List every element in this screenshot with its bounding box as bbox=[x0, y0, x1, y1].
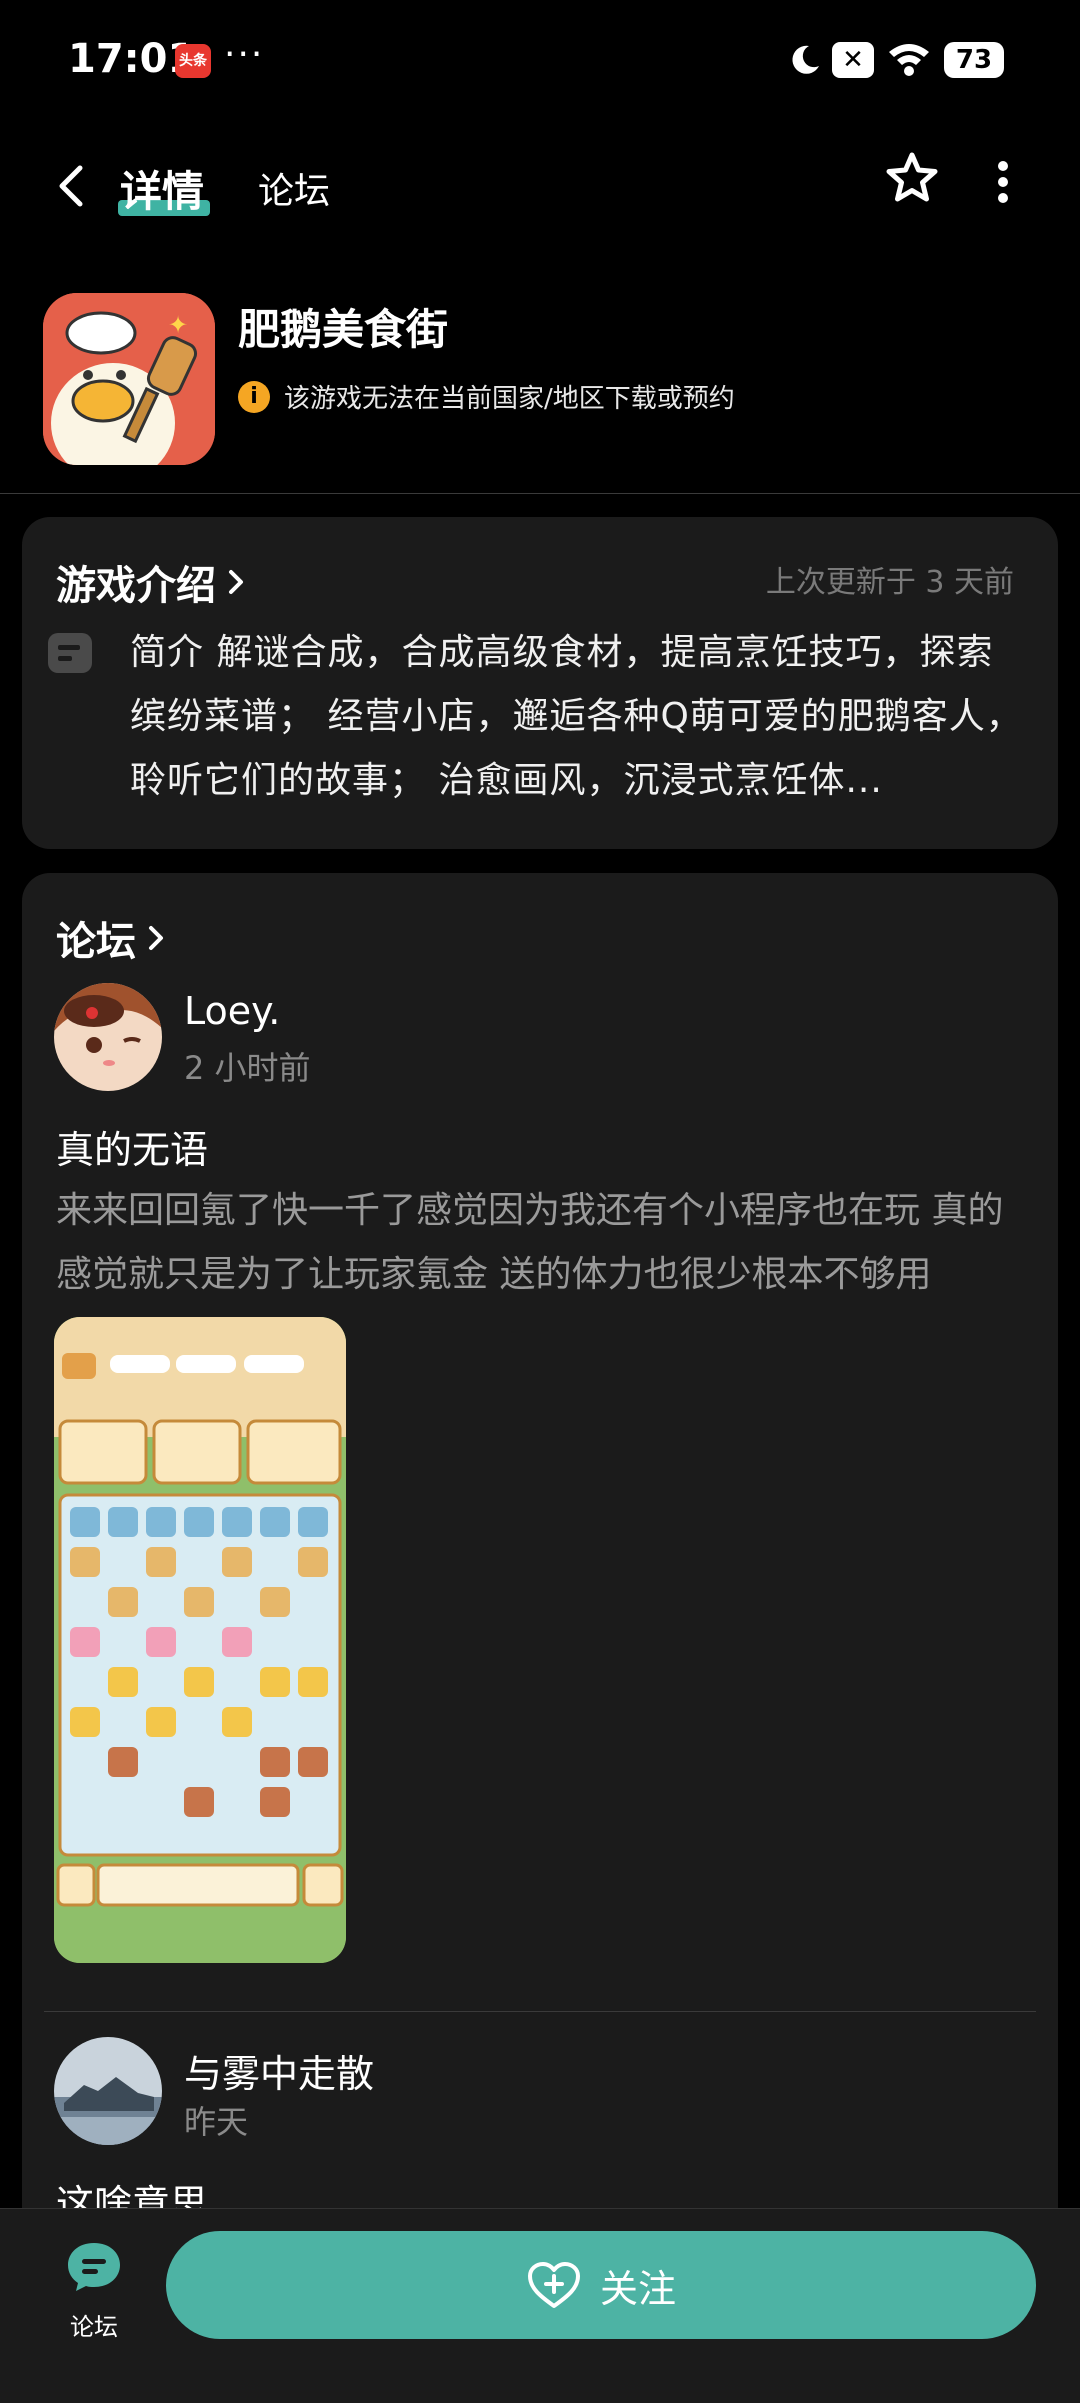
document-icon bbox=[48, 633, 92, 673]
app-icon: ✦ bbox=[43, 293, 215, 465]
battery-indicator: 73 bbox=[944, 42, 1004, 78]
follow-button[interactable]: 关注 bbox=[166, 2231, 1036, 2339]
bottom-forum-button[interactable]: 论坛 bbox=[44, 2239, 144, 2349]
game-intro-card[interactable]: 游戏介绍 上次更新于 3 天前 简介 解谜合成，合成高级食材，提高烹饪技巧，探索… bbox=[22, 517, 1058, 849]
game-intro-title: 游戏介绍 bbox=[56, 563, 216, 609]
info-icon: i bbox=[238, 380, 270, 413]
avatar[interactable] bbox=[54, 983, 162, 1091]
last-updated: 上次更新于 3 天前 bbox=[765, 565, 1014, 600]
post-title: 真的无语 bbox=[56, 1128, 209, 1172]
post-image-thumbnail[interactable] bbox=[54, 1317, 346, 1963]
x-app-icon: ✕ bbox=[832, 42, 874, 78]
game-intro-heading[interactable]: 游戏介绍 bbox=[56, 553, 246, 611]
bottom-forum-label: 论坛 bbox=[70, 2313, 118, 2341]
region-notice-text: 该游戏无法在当前国家/地区下载或预约 bbox=[284, 384, 735, 414]
post-username[interactable]: Loey. bbox=[184, 989, 280, 1033]
wifi-icon bbox=[889, 44, 929, 76]
forum-title: 论坛 bbox=[56, 919, 136, 965]
region-notice: i 该游戏无法在当前国家/地区下载或预约 bbox=[238, 378, 735, 415]
status-bar: 17:01 头条 ··· ✕ 73 bbox=[0, 0, 1080, 120]
top-navigation: 详情 论坛 bbox=[0, 120, 1080, 250]
chevron-right-icon bbox=[229, 570, 243, 594]
avatar[interactable] bbox=[54, 2037, 162, 2145]
post-divider bbox=[44, 2011, 1036, 2012]
tab-forum[interactable]: 论坛 bbox=[258, 162, 330, 214]
back-arrow-icon[interactable] bbox=[52, 160, 92, 212]
chevron-right-icon bbox=[149, 926, 163, 950]
bottom-action-bar: 论坛 关注 bbox=[0, 2208, 1080, 2403]
do-not-disturb-moon-icon bbox=[792, 45, 819, 74]
post-time: 昨天 bbox=[184, 2103, 249, 2141]
post-time: 2 小时前 bbox=[184, 1049, 311, 1087]
star-favorite-icon[interactable] bbox=[883, 150, 941, 208]
intro-description: 简介 解谜合成，合成高级食材，提高烹饪技巧，探索缤纷菜谱； 经营小店，邂逅各种Q… bbox=[130, 632, 1023, 801]
app-header: ✦ 肥鹅美食街 i 该游戏无法在当前国家/地区下载或预约 bbox=[0, 250, 1080, 494]
more-options-icon[interactable] bbox=[996, 160, 1010, 204]
app-title: 肥鹅美食街 bbox=[238, 305, 449, 354]
tab-detail[interactable]: 详情 bbox=[120, 158, 204, 219]
heart-plus-icon bbox=[527, 2262, 580, 2308]
toutiao-app-icon: 头条 bbox=[175, 44, 211, 78]
svg-text:✦: ✦ bbox=[168, 311, 188, 339]
forum-heading[interactable]: 论坛 bbox=[56, 909, 166, 967]
forum-chat-icon bbox=[68, 2243, 120, 2291]
follow-label: 关注 bbox=[599, 2266, 676, 2311]
forum-card: 论坛 Loey. 2 小时前 真的无语 来来回回氪了快一千了感觉因为我还有个小程… bbox=[22, 873, 1058, 2403]
more-notifications-icon: ··· bbox=[224, 34, 265, 75]
forum-post[interactable]: Loey. 2 小时前 真的无语 来来回回氪了快一千了感觉因为我还有个小程序也在… bbox=[22, 983, 1058, 2103]
post-body: 来来回回氪了快一千了感觉因为我还有个小程序也在玩 真的感觉就只是为了让玩家氪金 … bbox=[56, 1190, 1004, 1295]
post-username[interactable]: 与雾中走散 bbox=[184, 2043, 374, 2098]
